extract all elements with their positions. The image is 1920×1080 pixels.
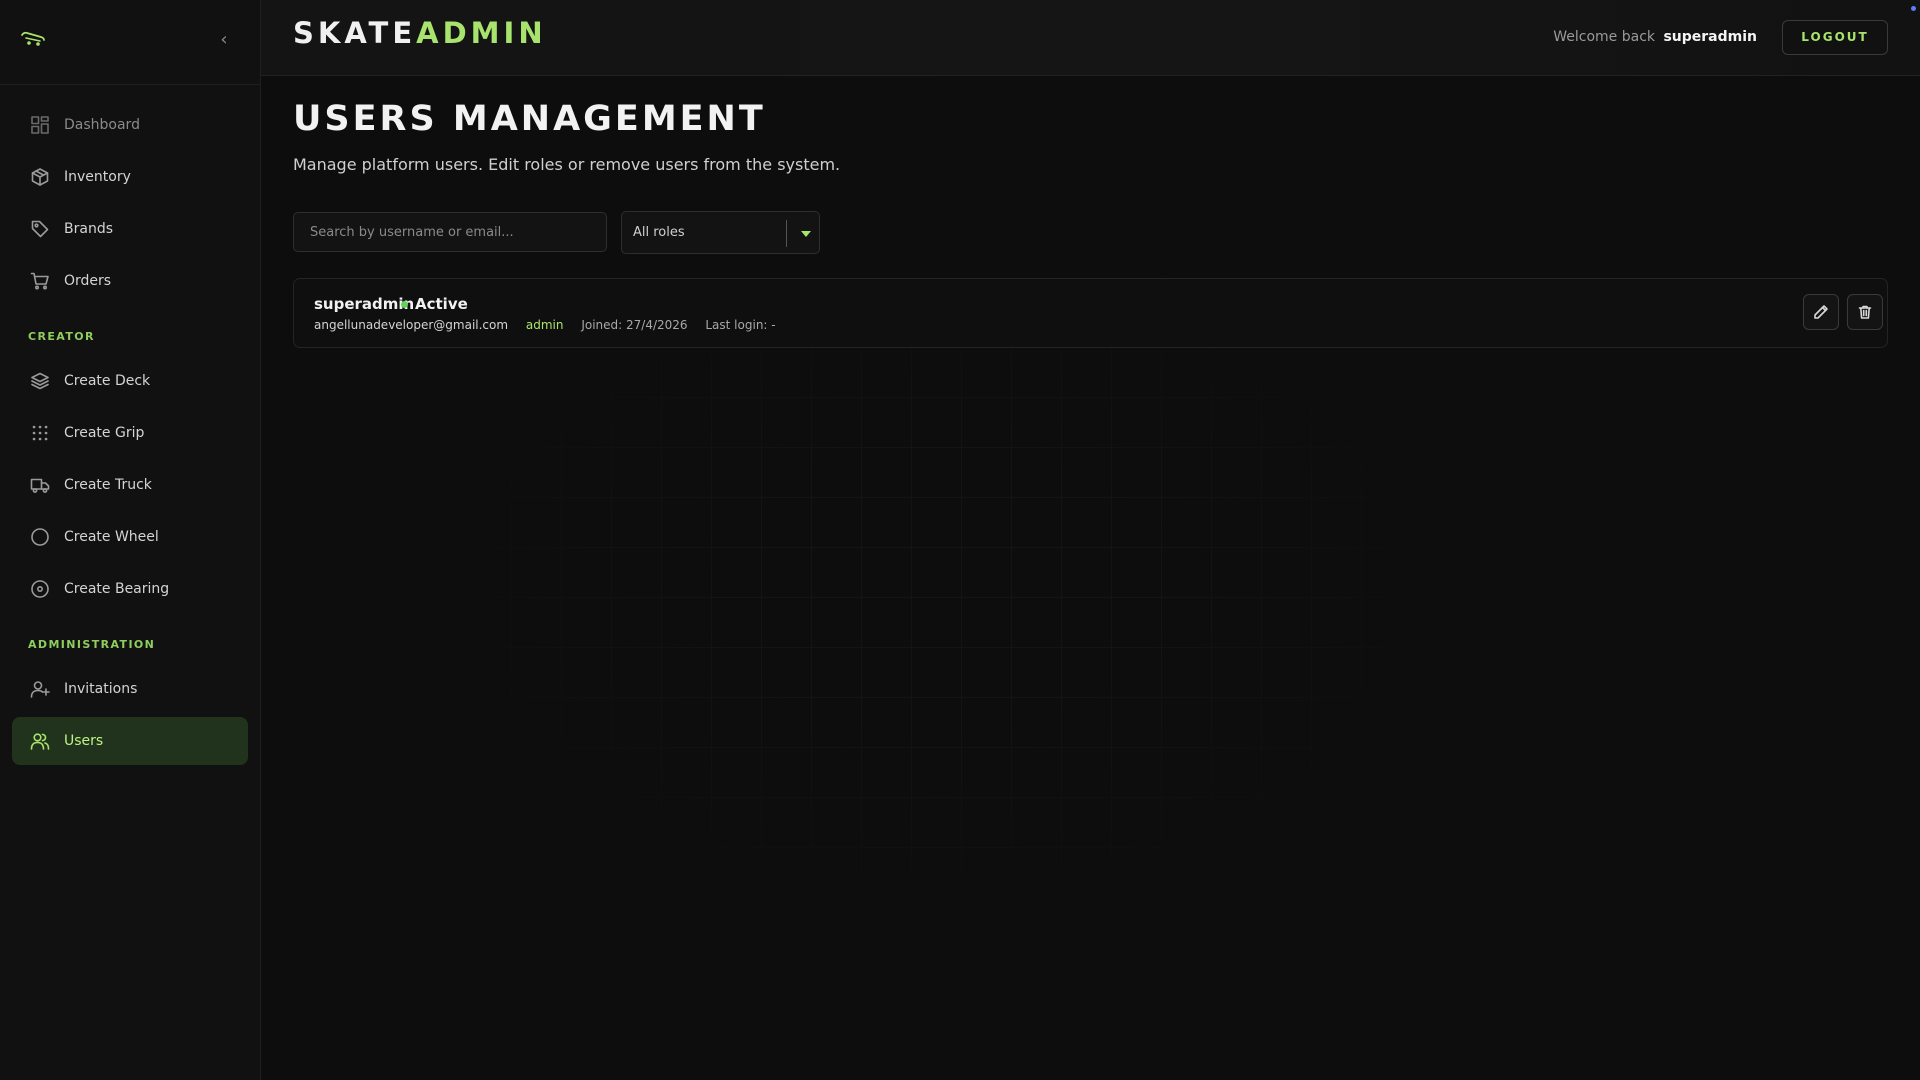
sidebar-item-label: Users: [64, 733, 104, 749]
user-meta: angellunadeveloper@gmail.com admin Joine…: [314, 318, 776, 332]
sidebar-item-users[interactable]: Users: [12, 717, 248, 765]
sidebar-item-label: Create Deck: [64, 373, 151, 389]
sidebar-item-create-grip[interactable]: Create Grip: [12, 409, 248, 457]
sidebar-header: ‹: [0, 0, 260, 85]
select-divider: [786, 220, 787, 247]
sidebar-item-label: Create Wheel: [64, 529, 159, 545]
sidebar-item-brands[interactable]: Brands: [12, 205, 248, 253]
sidebar-item-dashboard[interactable]: Dashboard: [12, 101, 248, 149]
background-grid: [411, 247, 1471, 927]
caret-down-icon: [801, 231, 811, 237]
user-username: superadmin: [314, 295, 415, 313]
sidebar-item-label: Dashboard: [64, 117, 140, 133]
circle-icon: [29, 526, 51, 548]
sidebar-item-create-wheel[interactable]: Create Wheel: [12, 513, 248, 561]
users-icon: [29, 730, 51, 752]
user-joined: Joined: 27/4/2026: [581, 318, 688, 332]
user-last-login: Last login: -: [705, 318, 776, 332]
disc-icon: [29, 578, 51, 600]
sidebar-item-inventory[interactable]: Inventory: [12, 153, 248, 201]
welcome-message: Welcome back superadmin: [1553, 29, 1757, 45]
trash-icon: [1858, 305, 1872, 319]
delete-user-button[interactable]: [1847, 294, 1883, 330]
status-badge: Active: [401, 295, 468, 313]
sidebar-item-label: Create Truck: [64, 477, 152, 493]
user-email: angellunadeveloper@gmail.com: [314, 318, 509, 332]
brand-part1: SKATE: [293, 16, 417, 50]
skateboard-logo-icon[interactable]: [20, 28, 46, 48]
sidebar-item-label: Brands: [64, 221, 113, 237]
sidebar-item-create-bearing[interactable]: Create Bearing: [12, 565, 248, 613]
user-plus-icon: [29, 678, 51, 700]
layers-icon: [29, 370, 51, 392]
search-input[interactable]: [293, 212, 607, 252]
sidebar-item-create-truck[interactable]: Create Truck: [12, 461, 248, 509]
pencil-icon: [1814, 305, 1828, 319]
status-text: Active: [415, 295, 468, 313]
user-role: admin: [525, 318, 564, 332]
brand-logo[interactable]: SKATEADMIN: [293, 16, 547, 50]
main-content: USERS MANAGEMENT Manage platform users. …: [261, 77, 1920, 1080]
role-filter-value: All roles: [633, 225, 685, 240]
top-header: SKATEADMIN Welcome back superadmin LOGOU…: [261, 0, 1920, 76]
page-title: USERS MANAGEMENT: [293, 99, 766, 139]
sidebar-item-create-deck[interactable]: Create Deck: [12, 357, 248, 405]
user-row: superadmin Active angellunadeveloper@gma…: [293, 278, 1888, 348]
welcome-text: Welcome back: [1553, 29, 1655, 45]
cart-icon: [29, 270, 51, 292]
chevron-left-icon: ‹: [220, 29, 228, 50]
dashboard-icon: [29, 114, 51, 136]
sidebar-item-invitations[interactable]: Invitations: [12, 665, 248, 713]
sidebar-item-label: Create Bearing: [64, 581, 170, 597]
indicator-dot: [1911, 6, 1916, 11]
edit-user-button[interactable]: [1803, 294, 1839, 330]
box-icon: [29, 166, 51, 188]
page-subtitle: Manage platform users. Edit roles or rem…: [293, 155, 841, 174]
truck-icon: [29, 474, 51, 496]
section-label-administration: ADMINISTRATION: [28, 638, 156, 651]
tag-icon: [29, 218, 51, 240]
sidebar-item-label: Create Grip: [64, 425, 145, 441]
status-dot-icon: [401, 300, 408, 308]
sidebar-item-label: Orders: [64, 273, 112, 289]
sidebar: ‹ Dashboard Inventory Brands Orders CREA…: [0, 0, 261, 1080]
logout-button[interactable]: LOGOUT: [1782, 20, 1888, 55]
sidebar-item-label: Invitations: [64, 681, 138, 697]
grid-dots-icon: [29, 422, 51, 444]
brand-part2: ADMIN: [416, 16, 547, 50]
section-label-creator: CREATOR: [28, 330, 95, 343]
role-filter-select[interactable]: All roles: [621, 211, 820, 254]
sidebar-item-orders[interactable]: Orders: [12, 257, 248, 305]
collapse-sidebar-button[interactable]: ‹: [214, 30, 234, 50]
sidebar-item-label: Inventory: [64, 169, 131, 185]
current-username: superadmin: [1663, 29, 1757, 45]
